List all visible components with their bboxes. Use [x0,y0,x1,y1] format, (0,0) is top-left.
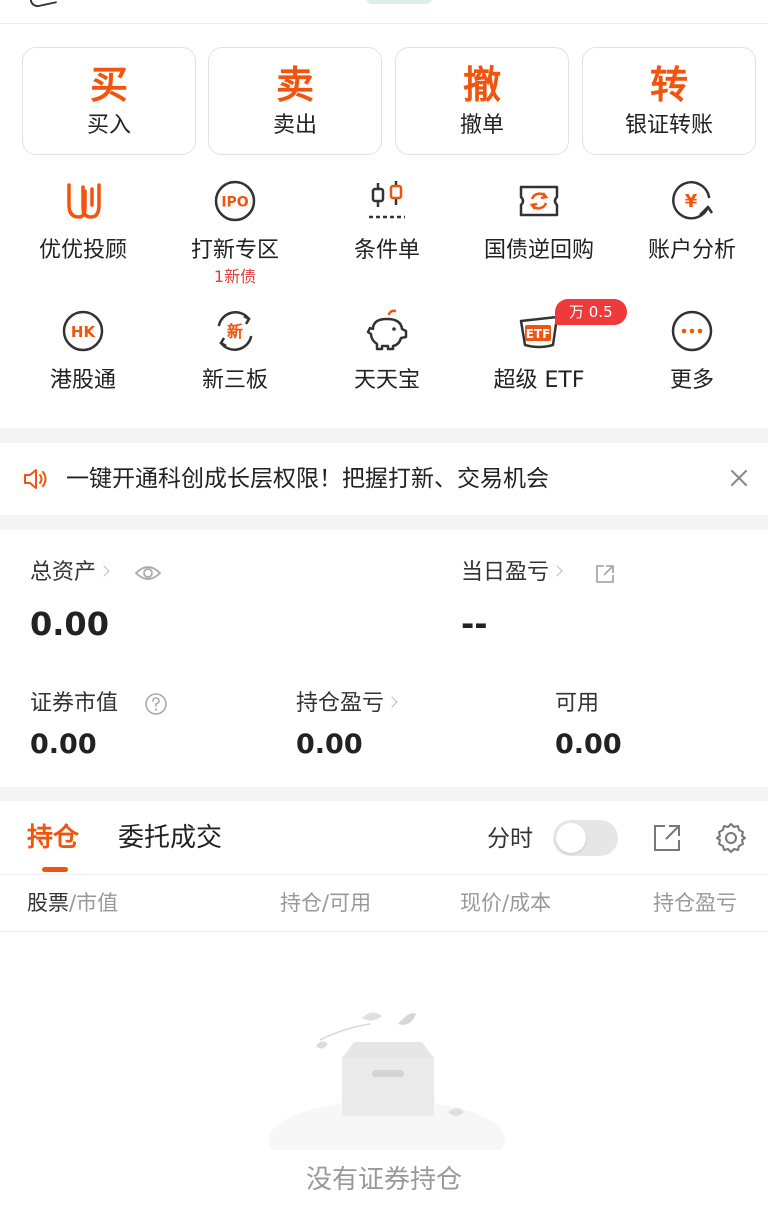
chevron-right-icon [386,696,398,708]
reverse-repo-icon [519,185,559,217]
intraday-toggle[interactable] [553,820,618,856]
column-position-pl[interactable]: 持仓盈亏 [653,888,768,918]
bank-transfer-button[interactable]: 转 银证转账 [582,47,756,155]
section-divider [0,428,768,443]
settings-gear-icon[interactable] [714,821,748,855]
buy-button[interactable]: 买 买入 [22,47,196,155]
close-icon[interactable] [726,465,752,491]
sell-button[interactable]: 卖 卖出 [208,47,382,155]
feature-label: 账户分析 [647,238,736,263]
total-assets-link[interactable]: 总资产 [30,558,110,588]
help-icon[interactable] [144,692,168,716]
trade-actions: 买 买入 卖 卖出 撤 撤单 转 银证转账 [22,47,756,155]
svg-text:HK: HK [71,323,97,341]
top-bar [0,0,768,24]
chevron-right-icon [551,565,563,577]
feature-ipo-zone[interactable]: IPO 打新专区 1新债 [159,177,311,287]
export-icon[interactable] [652,823,682,853]
new-bond-count: 1新债 [213,267,257,286]
more-icon [671,310,713,352]
share-icon[interactable] [594,563,616,585]
available-value: 0.00 [555,729,622,760]
tab-holdings[interactable]: 持仓 [27,821,79,855]
svg-text:IPO: IPO [221,195,248,211]
feature-tiantianbao[interactable]: 天天宝 [311,307,463,395]
feature-super-etf[interactable]: ETF 超级 ETF 万 0.5 [463,299,627,395]
svg-text:新: 新 [227,322,243,341]
feature-account-analysis[interactable]: ¥ 账户分析 [616,177,768,265]
sell-glyph: 卖 [275,63,314,107]
hk-connect-icon: HK [62,310,104,352]
buy-glyph: 买 [89,63,128,107]
cancel-glyph: 撤 [462,63,501,107]
section-divider [0,515,768,530]
feature-condition-order[interactable]: 条件单 [311,177,463,265]
feature-label: 更多 [669,368,714,393]
position-pl-label: 持仓盈亏 [296,691,385,716]
speaker-icon [24,469,47,489]
uu-advisor-icon [67,183,101,219]
toggle-knob [556,823,586,853]
feature-hk-connect[interactable]: HK 港股通 [7,307,159,395]
back-icon[interactable] [29,0,57,9]
column-position[interactable]: 持仓/可用 [280,888,371,918]
transfer-glyph: 转 [649,63,688,107]
empty-box-illustration [269,1012,505,1150]
feature-reverse-repo[interactable]: 国债逆回购 [463,177,615,265]
divider [0,931,768,932]
intraday-label: 分时 [487,826,533,852]
empty-state-text: 没有证券持仓 [305,1165,462,1195]
total-assets-label: 总资产 [30,560,97,585]
position-pl-link[interactable]: 持仓盈亏 [296,689,398,719]
svg-text:¥: ¥ [685,191,698,212]
notice-text: 一键开通科创成长层权限！把握打新、交易机会 [66,466,549,492]
cancel-order-button[interactable]: 撤 撤单 [395,47,569,155]
feature-neeq[interactable]: 新 新三板 [159,307,311,395]
feature-label: 天天宝 [353,368,420,393]
account-tag [366,0,432,4]
piggy-bank-icon [366,309,408,351]
active-tab-indicator [42,867,68,872]
market-value: 0.00 [30,729,97,760]
ipo-icon: IPO [214,180,256,222]
feature-label: 新三板 [201,368,268,393]
feature-label: 国债逆回购 [483,238,594,263]
neeq-icon: 新 [217,311,253,351]
available-label: 可用 [555,691,600,716]
daily-pl-label: 当日盈亏 [461,560,550,585]
column-stock[interactable]: 股票/市值 [27,888,118,918]
daily-pl-link[interactable]: 当日盈亏 [461,558,563,588]
notice-bar[interactable]: 一键开通科创成长层权限！把握打新、交易机会 [0,443,768,515]
buy-label: 买入 [86,113,131,138]
market-value-label: 证券市值 [30,691,119,716]
transfer-label: 银证转账 [624,113,713,138]
chevron-right-icon [98,565,110,577]
feature-label: 条件单 [353,238,420,263]
total-assets-value: 0.00 [30,605,109,643]
sell-label: 卖出 [272,113,317,138]
section-divider [0,787,768,801]
position-pl-value: 0.00 [296,729,363,760]
feature-label: 优优投顾 [38,238,127,263]
eye-icon[interactable] [134,562,162,584]
cancel-label: 撤单 [459,113,504,138]
condition-order-icon [369,181,405,219]
tab-orders[interactable]: 委托成交 [118,821,222,855]
feature-label: 港股通 [49,368,116,393]
feature-uu-advisor[interactable]: 优优投顾 [7,177,159,265]
feature-label: 超级 ETF [493,368,585,393]
account-analysis-icon: ¥ [672,181,714,220]
divider [0,874,768,875]
daily-pl-value: -- [461,605,488,643]
feature-more[interactable]: 更多 [616,307,768,395]
column-price[interactable]: 现价/成本 [460,888,551,918]
svg-text:ETF: ETF [526,327,551,341]
feature-label: 打新专区 [190,238,279,263]
